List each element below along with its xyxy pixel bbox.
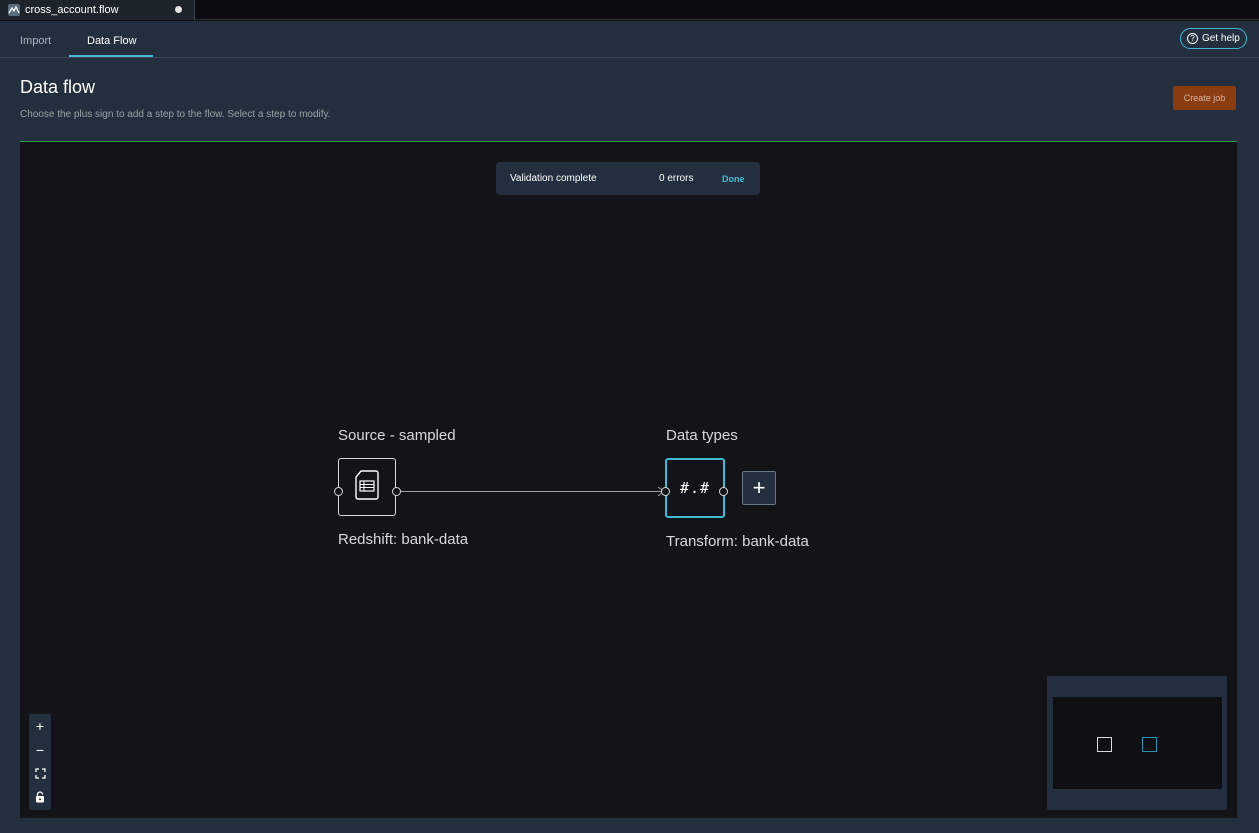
add-step-button[interactable]: + xyxy=(742,471,776,505)
lock-view-button[interactable] xyxy=(29,786,51,810)
minimap-source-node xyxy=(1097,737,1112,752)
data-type-icon: #.# xyxy=(679,479,711,497)
zoom-in-icon: + xyxy=(35,718,45,734)
flow-file-icon xyxy=(8,4,20,16)
data-wrangler-app: Import Data Flow ? Get help Data flow Ch… xyxy=(0,21,1259,833)
validation-toast: Validation complete 0 errors Done xyxy=(496,162,760,195)
active-tab-indicator xyxy=(69,55,153,57)
create-job-button[interactable]: Create job xyxy=(1173,86,1236,110)
datatypes-output-port[interactable] xyxy=(719,487,728,496)
tab-data-flow[interactable]: Data Flow xyxy=(87,35,137,47)
file-tab-label: cross_account.flow xyxy=(25,4,119,16)
editor-tab-strip: cross_account.flow xyxy=(0,0,1259,20)
page-title: Data flow xyxy=(20,77,96,97)
minimap[interactable] xyxy=(1047,676,1227,810)
source-node[interactable] xyxy=(338,458,396,516)
zoom-out-icon: − xyxy=(35,742,45,758)
fit-view-icon xyxy=(34,766,46,782)
fit-view-button[interactable] xyxy=(29,762,51,786)
source-input-port[interactable] xyxy=(334,487,343,496)
tab-import[interactable]: Import xyxy=(20,35,51,47)
file-tab[interactable]: cross_account.flow xyxy=(0,0,195,20)
page-description: Choose the plus sign to add a step to th… xyxy=(20,109,331,120)
datatypes-node-subtitle: Transform: bank-data xyxy=(666,533,809,550)
help-icon: ? xyxy=(1187,33,1198,44)
sub-navigation: Import Data Flow ? Get help xyxy=(0,21,1259,58)
datatypes-input-port[interactable] xyxy=(661,487,670,496)
lock-icon xyxy=(35,790,45,806)
validation-error-count: 0 errors xyxy=(659,173,694,184)
flow-edge xyxy=(401,491,664,492)
get-help-button[interactable]: ? Get help xyxy=(1180,28,1247,49)
datatypes-node-title: Data types xyxy=(666,427,738,444)
get-help-label: Get help xyxy=(1202,33,1240,44)
source-node-title: Source - sampled xyxy=(338,427,456,444)
validation-message: Validation complete xyxy=(510,173,597,184)
source-output-port[interactable] xyxy=(392,487,401,496)
source-node-subtitle: Redshift: bank-data xyxy=(338,531,469,548)
flow-canvas[interactable]: Validation complete 0 errors Done Source… xyxy=(20,141,1237,818)
minimap-datatypes-node xyxy=(1142,737,1157,752)
validation-done-button[interactable]: Done xyxy=(722,174,745,184)
minimap-viewport[interactable] xyxy=(1053,697,1222,789)
zoom-out-button[interactable]: − xyxy=(29,738,51,762)
table-file-icon xyxy=(355,469,379,505)
plus-icon: + xyxy=(752,475,766,500)
zoom-controls: + − xyxy=(29,714,51,810)
unsaved-indicator-icon[interactable] xyxy=(175,6,182,13)
zoom-in-button[interactable]: + xyxy=(29,714,51,738)
datatypes-node[interactable]: #.# xyxy=(665,458,725,518)
